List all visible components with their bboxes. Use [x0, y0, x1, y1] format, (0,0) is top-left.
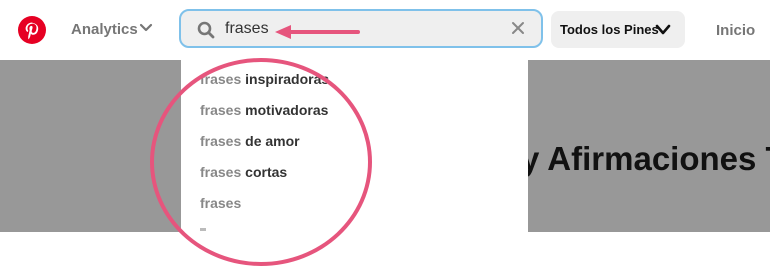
banner-title: y Afirmaciones T: [521, 140, 770, 177]
pinterest-logo-icon[interactable]: [18, 16, 46, 44]
search-scope-dropdown[interactable]: Todos los Pines: [551, 11, 685, 48]
home-link[interactable]: Inicio: [716, 22, 755, 39]
close-icon[interactable]: [511, 21, 525, 35]
chevron-down-icon[interactable]: [139, 22, 153, 34]
search-icon: [197, 21, 215, 39]
annotation-circle: [150, 58, 372, 266]
top-nav-bar: Analytics Todos los Pines Inicio: [0, 0, 770, 60]
annotation-arrow-icon: [275, 25, 360, 39]
analytics-menu-label[interactable]: Analytics: [71, 21, 138, 38]
chevron-down-icon: [655, 24, 671, 35]
search-scope-label: Todos los Pines: [560, 22, 659, 37]
